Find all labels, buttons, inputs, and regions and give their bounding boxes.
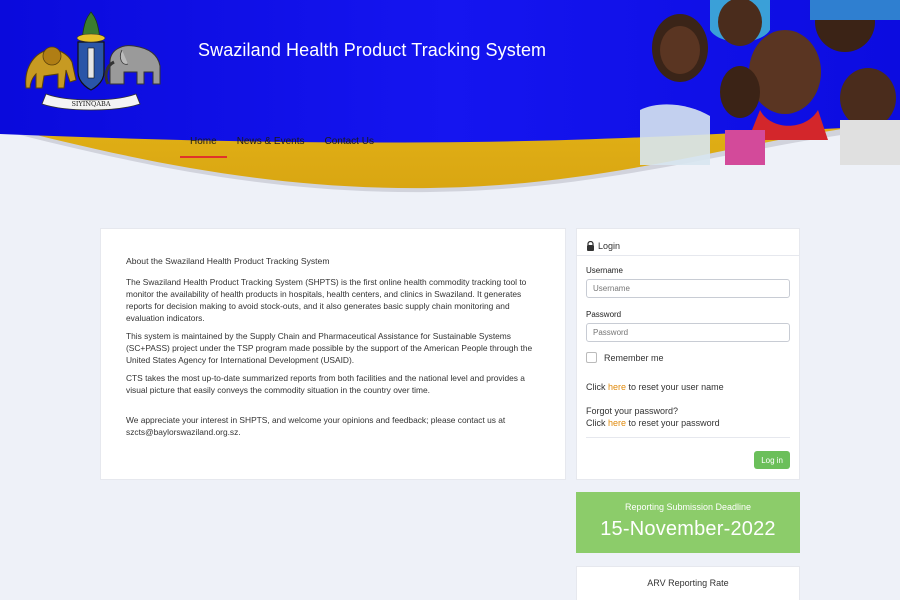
site-title: Swaziland Health Product Tracking System — [198, 40, 547, 60]
password-label: Password — [586, 310, 622, 319]
login-button[interactable]: Log in — [754, 451, 790, 469]
reset-password-link[interactable]: here — [608, 418, 626, 428]
main-nav: Home News & Events Contact Us — [180, 134, 384, 158]
nav-contact-us[interactable]: Contact Us — [315, 134, 384, 158]
reset-username-suffix: to reset your user name — [628, 382, 724, 392]
arv-reporting-panel: ARV Reporting Rate — [576, 566, 800, 600]
login-title: Login — [598, 241, 621, 251]
nav-news-events[interactable]: News & Events — [227, 134, 315, 158]
reset-password-suffix: to reset your password — [628, 418, 720, 428]
reset-password-line: Click here to reset your password — [586, 417, 790, 429]
svg-text:SIYINQABA: SIYINQABA — [71, 100, 110, 108]
about-paragraph-2: This system is maintained by the Supply … — [126, 331, 533, 365]
lock-icon — [587, 241, 594, 251]
remember-me-label: Remember me — [604, 352, 664, 363]
deadline-label: Reporting Submission Deadline — [624, 502, 752, 512]
login-form: Username Password Remember me Click here… — [577, 256, 799, 429]
username-input[interactable] — [586, 279, 790, 298]
reset-password-prefix: Click — [586, 418, 606, 428]
forgot-password-text: Forgot your password? — [586, 406, 679, 416]
username-label: Username — [586, 266, 623, 275]
login-header: Login — [577, 229, 799, 256]
about-paragraph-3: CTS takes the most up-to-date summarized… — [126, 373, 525, 395]
site-header: SIYINQABA Swaziland Health Product Track… — [0, 0, 900, 200]
deadline-date: 15-November-2022 — [600, 518, 776, 540]
about-panel: About the Swaziland Health Product Track… — [100, 228, 566, 480]
about-heading: About the Swaziland Health Product Track… — [126, 256, 330, 266]
remember-me-checkbox[interactable] — [586, 352, 597, 363]
password-input[interactable] — [586, 323, 790, 342]
login-panel: Login Username Password Remember me Clic… — [576, 228, 800, 480]
about-paragraph-1: The Swaziland Health Product Tracking Sy… — [126, 277, 527, 323]
children-photo — [640, 0, 900, 165]
coat-of-arms-logo: SIYINQABA — [25, 11, 161, 111]
deadline-panel: Reporting Submission Deadline 15-Novembe… — [576, 492, 800, 553]
nav-home[interactable]: Home — [180, 134, 227, 158]
about-paragraph-4: We appreciate your interest in SHPTS, an… — [126, 415, 506, 437]
reset-username-link[interactable]: here — [608, 382, 626, 392]
login-divider — [586, 437, 790, 438]
arv-reporting-title: ARV Reporting Rate — [647, 578, 729, 588]
reset-username-line: Click here to reset your user name — [586, 381, 790, 393]
remember-me-row: Remember me — [586, 352, 790, 363]
reset-username-prefix: Click — [586, 382, 606, 392]
